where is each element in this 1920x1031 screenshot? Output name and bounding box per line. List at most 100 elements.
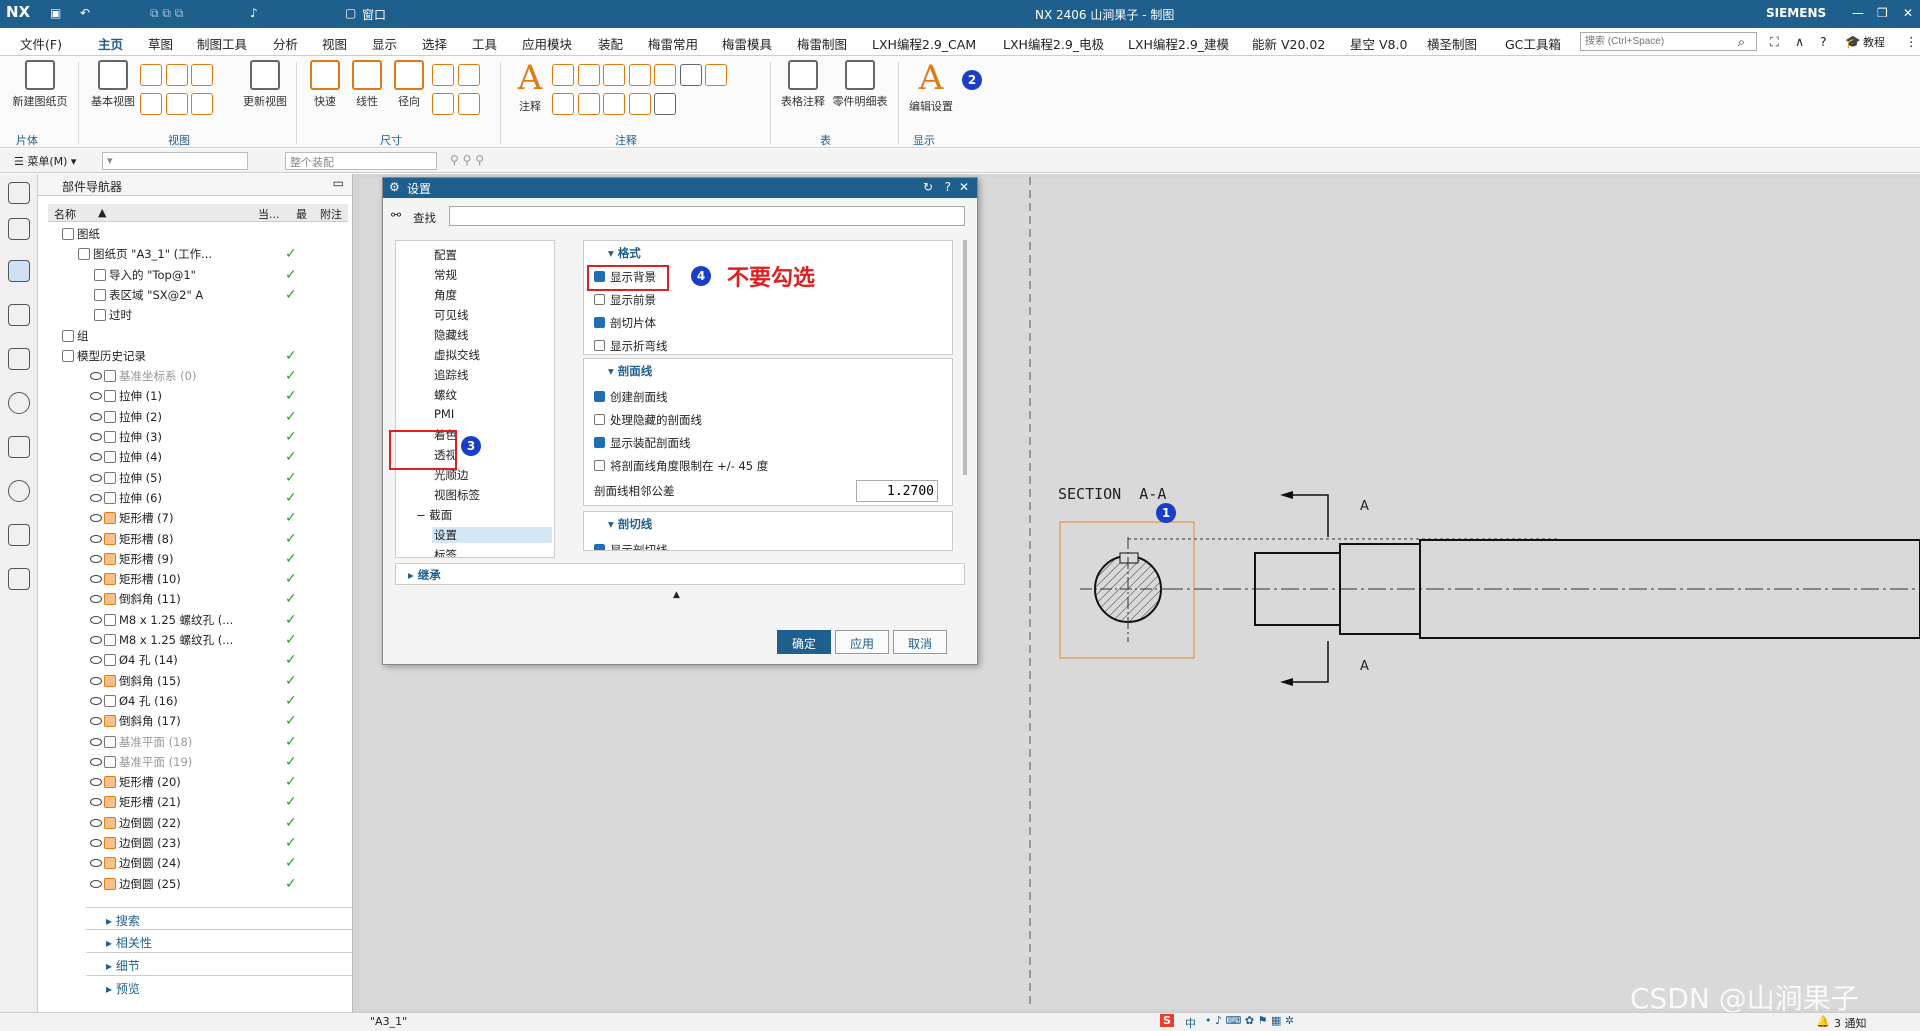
tab-lxh-modeling[interactable]: LXH编程2.9_建模 xyxy=(1128,34,1229,53)
dim-tools[interactable] xyxy=(432,64,488,118)
note-button[interactable]: A 注释 xyxy=(510,58,550,114)
tree-node[interactable]: 边倒圆 (22) ✓ xyxy=(50,815,297,835)
search-input[interactable] xyxy=(1580,32,1757,51)
balloon-icon[interactable] xyxy=(577,93,600,115)
pane-search[interactable]: ▸ 搜索 xyxy=(86,907,386,929)
tree-hidden-lines[interactable]: 隐藏线 xyxy=(434,327,469,343)
centerline-icon[interactable] xyxy=(705,64,727,86)
visibility-eye-icon[interactable] xyxy=(90,412,102,421)
tab-xingkong[interactable]: 星空 V8.0 xyxy=(1350,34,1407,53)
symbol-icon[interactable] xyxy=(603,64,625,86)
save-icon[interactable]: ▣ xyxy=(50,6,61,20)
tab-drafting-tools[interactable]: 制图工具 xyxy=(197,34,247,53)
tree-view-label[interactable]: 视图标签 xyxy=(434,487,480,503)
visibility-eye-icon[interactable] xyxy=(90,879,102,888)
window-menu[interactable]: 窗口 xyxy=(362,6,386,23)
create-hatch-checkbox[interactable]: 创建剖面线 xyxy=(594,389,668,405)
visibility-eye-icon[interactable] xyxy=(90,534,102,543)
reuse-library-icon[interactable] xyxy=(8,348,30,370)
dialog-help-icon[interactable]: ? xyxy=(945,180,951,194)
copy-icon[interactable]: ⧉ ⧉ ⧉ xyxy=(150,6,183,21)
chamfer-dim-icon[interactable] xyxy=(457,64,480,86)
tree-thread[interactable]: 螺纹 xyxy=(434,387,457,403)
surface-finish-icon[interactable] xyxy=(628,64,651,86)
tree-node[interactable]: M8 x 1.25 螺纹孔 (... ✓ xyxy=(50,632,297,652)
roles-icon[interactable] xyxy=(8,568,30,590)
parts-list-button[interactable]: 零件明细表 xyxy=(830,60,890,109)
tab-hengsheng[interactable]: 横圣制图 xyxy=(1427,34,1477,53)
auxiliary-view-icon[interactable] xyxy=(165,93,188,115)
hatch-icon[interactable] xyxy=(628,93,651,115)
tab-applications[interactable]: 应用模块 xyxy=(522,34,572,53)
tree-node[interactable]: 图纸 xyxy=(50,226,100,246)
tree-node[interactable]: 基准坐标系 (0) ✓ xyxy=(50,368,297,388)
tab-gc-toolbox[interactable]: GC工具箱 xyxy=(1505,34,1561,53)
help-icon[interactable]: ? xyxy=(1820,34,1827,49)
tree-settings-selected[interactable]: 设置 xyxy=(432,527,552,543)
visibility-eye-icon[interactable] xyxy=(90,859,102,868)
image-icon[interactable] xyxy=(654,93,676,115)
tab-select[interactable]: 选择 xyxy=(422,34,447,53)
tree-node[interactable]: 矩形槽 (7) ✓ xyxy=(50,510,297,530)
base-view-button[interactable]: 基本视图 xyxy=(88,60,138,109)
update-view-button[interactable]: 更新视图 xyxy=(240,60,290,109)
visibility-eye-icon[interactable] xyxy=(90,615,102,624)
thickness-dim-icon[interactable] xyxy=(432,93,454,115)
table-note-button[interactable]: 表格注释 xyxy=(778,60,828,109)
tree-node[interactable]: 组 xyxy=(50,328,89,348)
fill-icon[interactable] xyxy=(679,64,702,86)
tree-node[interactable]: 矩形槽 (9) ✓ xyxy=(50,551,297,571)
visibility-eye-icon[interactable] xyxy=(90,433,102,441)
fullscreen-icon[interactable]: ⛶ xyxy=(1770,34,1779,50)
tree-config[interactable]: 配置 xyxy=(434,247,457,263)
radial-dim-button[interactable]: 径向 xyxy=(389,60,429,109)
tab-display[interactable]: 显示 xyxy=(372,34,397,53)
ime-mode[interactable]: 中 xyxy=(1185,1015,1196,1031)
tutorial-link[interactable]: 教程 xyxy=(1863,34,1885,50)
bell-icon[interactable] xyxy=(8,304,30,326)
assembly-navigator-icon[interactable] xyxy=(8,218,30,240)
visibility-eye-icon[interactable] xyxy=(90,778,102,787)
history-clock-icon[interactable] xyxy=(8,480,30,502)
tree-node[interactable]: 矩形槽 (20) ✓ xyxy=(50,774,297,794)
system-scenes-icon[interactable] xyxy=(8,524,30,546)
web-browser-icon[interactable] xyxy=(8,436,30,458)
more-icon[interactable]: ⋮ xyxy=(1905,34,1918,49)
tree-node[interactable]: 拉伸 (3) ✓ xyxy=(50,429,297,449)
snap-icons[interactable]: ⚲ ⚲ ⚲ xyxy=(450,153,484,167)
visibility-eye-icon[interactable] xyxy=(90,575,102,584)
id-symbol-icon[interactable] xyxy=(552,93,574,115)
hatch-header[interactable]: ▾ 剖面线 xyxy=(584,359,952,379)
tree-node[interactable]: 矩形槽 (8) ✓ xyxy=(50,531,297,551)
search-icon[interactable]: ⌕ xyxy=(1738,34,1745,50)
visibility-eye-icon[interactable] xyxy=(90,798,102,807)
tree-node[interactable]: 模型历史记录 ✓ xyxy=(50,348,297,368)
tree-node[interactable]: Ø4 孔 (14) ✓ xyxy=(50,652,297,672)
find-input[interactable] xyxy=(449,206,965,226)
tree-node[interactable]: 拉伸 (2) ✓ xyxy=(50,409,297,429)
quick-dim-button[interactable]: 快速 xyxy=(305,60,345,109)
visibility-eye-icon[interactable] xyxy=(90,453,102,462)
tab-tools[interactable]: 工具 xyxy=(472,34,497,53)
menu-button[interactable]: ☰ 菜单(M) ▾ xyxy=(14,153,76,169)
settings-gear-icon[interactable] xyxy=(8,182,30,204)
linear-dim-button[interactable]: 线性 xyxy=(347,60,387,109)
tree-node[interactable]: 过时 xyxy=(50,307,132,327)
tree-section[interactable]: − 截面 xyxy=(416,507,452,523)
visibility-eye-icon[interactable] xyxy=(90,839,102,847)
visibility-eye-icon[interactable] xyxy=(90,656,102,665)
view-tools[interactable] xyxy=(140,64,230,118)
tree-node[interactable]: 倒斜角 (15) ✓ xyxy=(50,673,297,693)
mic-icon[interactable]: ♪ xyxy=(250,6,258,20)
col-name[interactable]: 名称 xyxy=(54,206,76,222)
notification-count[interactable]: 3 通知 xyxy=(1834,1015,1867,1031)
projected-view-icon[interactable] xyxy=(140,64,162,86)
tree-node[interactable]: 表区域 "SX@2" A ✓ xyxy=(50,287,297,307)
show-assembly-hatch-checkbox[interactable]: 显示装配剖面线 xyxy=(594,435,691,451)
visibility-eye-icon[interactable] xyxy=(90,818,102,827)
maximize-icon[interactable]: ▭ xyxy=(333,176,344,190)
tab-meilei-mold[interactable]: 梅雷模具 xyxy=(722,34,772,53)
visibility-eye-icon[interactable] xyxy=(90,757,102,766)
tab-view[interactable]: 视图 xyxy=(322,34,347,53)
tree-node[interactable]: 边倒圆 (25) ✓ xyxy=(50,876,297,896)
